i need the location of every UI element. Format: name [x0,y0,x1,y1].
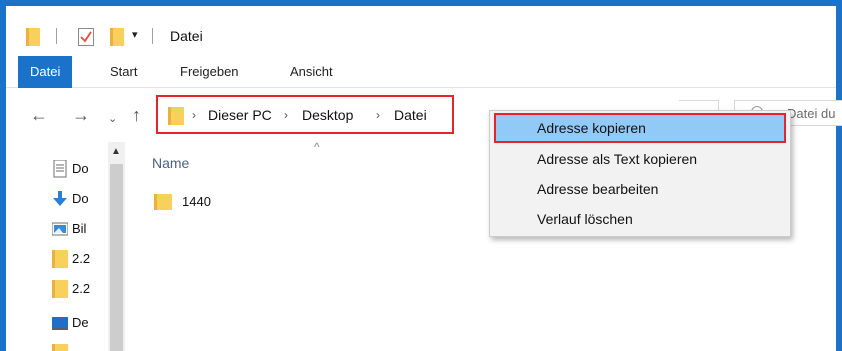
pictures-icon [52,222,68,236]
breadcrumb-chevron-icon[interactable]: › [376,108,380,122]
tab-freigeben[interactable]: Freigeben [168,56,251,88]
folder-icon[interactable] [26,28,40,46]
nav-item-label: Bil [72,221,87,236]
folder-icon [154,194,172,210]
document-icon [53,160,67,178]
navigation-pane: Do Do Bil 2.2 2.2 De ▲ [6,142,125,351]
window-title: Datei [170,28,203,44]
address-bar[interactable]: › Dieser PC › Desktop › Datei [156,95,454,134]
chevron-up-icon[interactable]: ▲ [111,146,121,157]
nav-item-label: 2.2 [72,281,91,296]
customize-toolbar-dropdown[interactable]: ▾ [132,28,138,41]
toolbar-separator [56,28,57,44]
recent-locations-icon[interactable]: ⌄ [108,110,117,128]
tab-datei[interactable]: Datei [18,56,73,88]
search-placeholder: Datei du [787,106,836,121]
menu-item-copy-address-as-text[interactable]: Adresse als Text kopieren [494,144,786,174]
menu-item-edit-address[interactable]: Adresse bearbeiten [494,174,786,204]
nav-item-label: Do [72,191,89,206]
file-name: 1440 [182,194,211,209]
breadcrumb-chevron-icon[interactable]: › [284,108,288,122]
folder-icon [52,250,68,268]
breadcrumb-datei[interactable]: Datei [394,107,427,123]
folder-icon [168,107,184,125]
breadcrumb-chevron-icon[interactable]: › [192,108,196,122]
breadcrumb-dieser-pc[interactable]: Dieser PC [208,107,272,123]
column-header-name[interactable]: Name [152,155,189,171]
toolbar-separator [152,28,153,44]
new-folder-icon[interactable] [110,28,124,46]
properties-icon[interactable] [78,28,94,46]
menu-item-clear-history[interactable]: Verlauf löschen [494,204,786,234]
context-menu: Adresse kopieren Adresse als Text kopier… [489,110,791,237]
list-item[interactable]: 1440 [154,190,234,214]
nav-item-label: 2.2 [72,251,91,266]
up-arrow-icon[interactable]: ↑ [132,106,141,124]
nav-item-label: De [72,315,89,330]
download-icon [53,191,67,206]
desktop-icon [52,317,68,330]
scrollbar-thumb[interactable] [110,164,123,351]
forward-arrow-icon[interactable]: → [72,106,90,124]
tab-ansicht[interactable]: Ansicht [278,56,345,88]
tab-start[interactable]: Start [98,56,149,88]
nav-pane-scrollbar[interactable]: ▲ [108,142,125,351]
menu-item-copy-address[interactable]: Adresse kopieren [494,113,786,143]
folder-icon [52,280,68,298]
folder-icon [52,344,68,351]
sort-ascending-icon: ^ [314,140,320,154]
nav-item-label: Do [72,161,89,176]
title-bar: ▾ Datei [6,6,836,54]
back-arrow-icon[interactable]: ← [30,106,48,124]
breadcrumb-desktop[interactable]: Desktop [302,107,353,123]
ribbon-tabs: Datei Start Freigeben Ansicht [6,56,836,88]
